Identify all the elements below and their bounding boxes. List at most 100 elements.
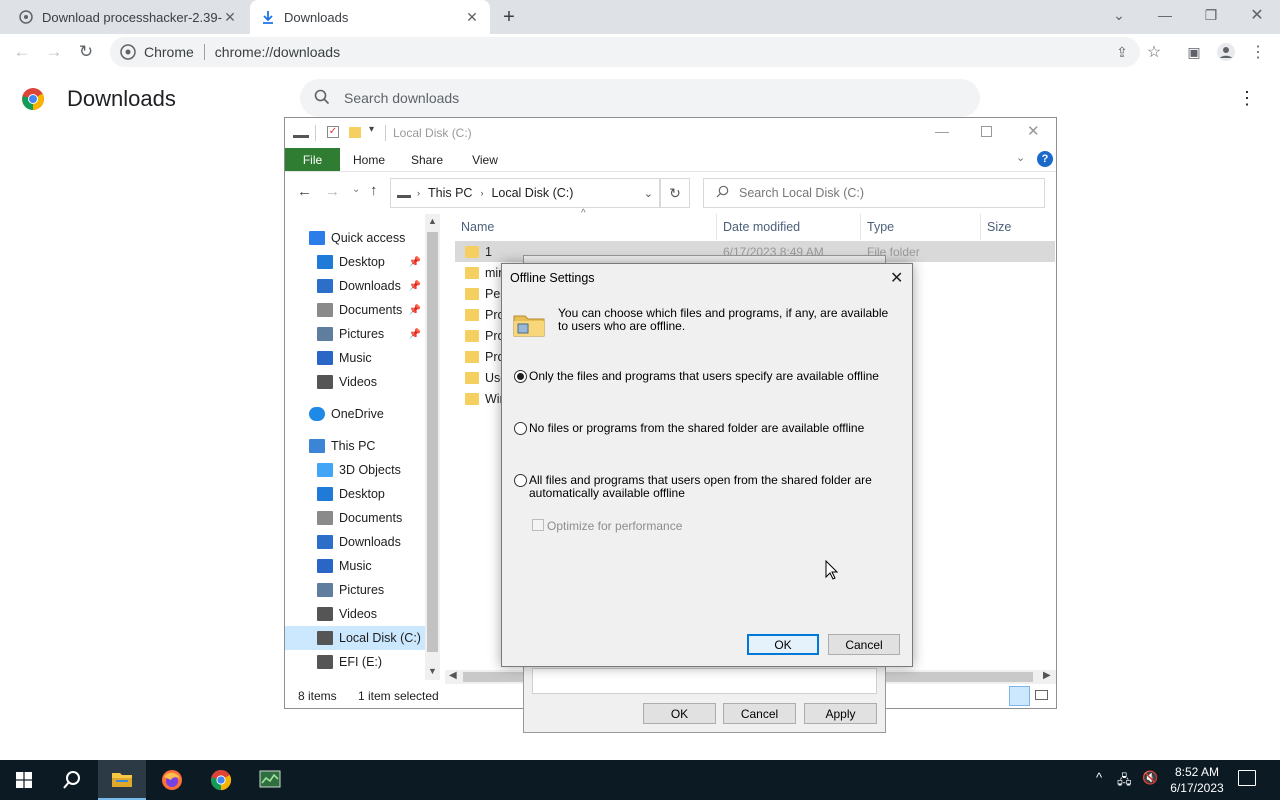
scroll-right-icon[interactable]: ▶ bbox=[1043, 670, 1051, 681]
profile-avatar-icon[interactable] bbox=[1212, 38, 1240, 66]
help-icon[interactable]: ? bbox=[1037, 151, 1053, 167]
nav-item[interactable]: Desktop 📌 bbox=[285, 250, 425, 274]
notifications-icon[interactable] bbox=[1238, 770, 1256, 786]
close-icon[interactable]: ✕ bbox=[1027, 122, 1040, 140]
close-window-icon[interactable]: ✕ bbox=[1234, 0, 1280, 30]
properties-check-icon[interactable]: ✓ bbox=[327, 126, 339, 138]
maximize-icon[interactable] bbox=[981, 126, 992, 137]
scroll-up-icon[interactable]: ▲ bbox=[428, 216, 437, 226]
volume-muted-icon[interactable]: 🔇 bbox=[1142, 770, 1158, 786]
radio-all-files[interactable] bbox=[514, 474, 527, 487]
radio-no-files[interactable] bbox=[514, 422, 527, 435]
option-label[interactable]: Only the files and programs that users s… bbox=[529, 370, 899, 383]
recent-locations-icon[interactable]: ⌄ bbox=[352, 184, 360, 195]
cancel-button[interactable]: Cancel bbox=[723, 703, 796, 724]
url-text: chrome://downloads bbox=[214, 44, 341, 60]
reload-icon[interactable]: ↻ bbox=[72, 38, 100, 66]
close-icon[interactable]: ✕ bbox=[464, 9, 480, 26]
chrome-taskbar-icon[interactable] bbox=[197, 760, 245, 800]
drive-icon bbox=[317, 631, 333, 645]
star-icon[interactable]: ☆ bbox=[1140, 38, 1168, 66]
column-type[interactable]: Type bbox=[861, 214, 981, 240]
tab-downloads[interactable]: Downloads ✕ bbox=[250, 0, 490, 34]
nav-item[interactable]: Videos bbox=[285, 370, 425, 394]
cancel-button[interactable]: Cancel bbox=[828, 634, 900, 655]
scroll-down-icon[interactable]: ▼ bbox=[428, 666, 437, 676]
offline-folder-icon bbox=[512, 308, 546, 338]
new-tab-button[interactable]: + bbox=[498, 6, 520, 28]
nav-item[interactable]: Quick access bbox=[285, 226, 425, 250]
refresh-icon[interactable]: ↻ bbox=[660, 178, 690, 208]
nav-item[interactable]: Downloads bbox=[285, 530, 425, 554]
expand-ribbon-icon[interactable]: ⌄ bbox=[1016, 151, 1025, 164]
tab-process-hacker[interactable]: Download processhacker-2.39-s ✕ bbox=[8, 0, 248, 34]
scroll-thumb[interactable] bbox=[427, 232, 438, 652]
minimize-icon[interactable]: — bbox=[935, 123, 949, 139]
nav-item[interactable]: This PC bbox=[285, 434, 425, 458]
nav-item[interactable]: Documents 📌 bbox=[285, 298, 425, 322]
back-arrow-icon[interactable]: ← bbox=[8, 38, 36, 66]
downloads-menu-icon[interactable]: ⋮ bbox=[1238, 88, 1256, 109]
details-view-icon[interactable] bbox=[1009, 686, 1030, 706]
optimize-checkbox[interactable] bbox=[532, 519, 544, 531]
ok-button[interactable]: OK bbox=[643, 703, 716, 724]
nav-item[interactable]: OneDrive bbox=[285, 402, 425, 426]
forward-arrow-icon[interactable]: → bbox=[325, 183, 340, 200]
explorer-search-input[interactable]: Search Local Disk (C:) bbox=[703, 178, 1045, 208]
task-manager-icon[interactable] bbox=[246, 760, 294, 800]
close-icon[interactable]: ✕ bbox=[222, 9, 238, 26]
tab-search-icon[interactable]: ⌄ bbox=[1096, 0, 1142, 30]
downloads-search-input[interactable]: Search downloads bbox=[300, 79, 980, 117]
nav-item[interactable]: Music bbox=[285, 554, 425, 578]
column-name[interactable]: Name bbox=[455, 214, 717, 240]
firefox-icon[interactable] bbox=[148, 760, 196, 800]
ribbon-tab-share[interactable]: Share bbox=[403, 148, 451, 171]
large-icons-view-icon[interactable] bbox=[1035, 690, 1048, 700]
windows-start-icon[interactable] bbox=[0, 760, 48, 800]
nav-item[interactable]: Pictures bbox=[285, 578, 425, 602]
scroll-left-icon[interactable]: ◀ bbox=[449, 670, 457, 681]
option-label[interactable]: All files and programs that users open f… bbox=[529, 474, 899, 500]
nav-item[interactable]: Documents bbox=[285, 506, 425, 530]
quick-access-dropdown-icon[interactable]: ▾ bbox=[369, 124, 374, 135]
column-date-modified[interactable]: Date modified bbox=[717, 214, 861, 240]
nav-item[interactable]: Downloads 📌 bbox=[285, 274, 425, 298]
ribbon-tab-home[interactable]: Home bbox=[345, 148, 393, 171]
nav-item[interactable]: Videos bbox=[285, 602, 425, 626]
nav-item-label: Local Disk (C:) bbox=[339, 631, 421, 645]
nav-item[interactable]: Pictures 📌 bbox=[285, 322, 425, 346]
nav-scrollbar[interactable]: ▲ ▼ bbox=[425, 214, 440, 680]
ribbon-tab-view[interactable]: View bbox=[461, 148, 509, 171]
radio-only-specified[interactable] bbox=[514, 370, 527, 383]
system-clock[interactable]: 8:52 AM 6/17/2023 bbox=[1168, 764, 1226, 796]
ribbon-tab-file[interactable]: File bbox=[285, 148, 340, 171]
option-label[interactable]: No files or programs from the shared fol… bbox=[529, 422, 899, 435]
address-bar[interactable]: Chrome chrome://downloads bbox=[110, 37, 1140, 67]
ok-button[interactable]: OK bbox=[747, 634, 819, 655]
nav-item[interactable]: Music bbox=[285, 346, 425, 370]
nav-item[interactable]: Local Disk (C:) bbox=[285, 626, 425, 650]
restore-icon[interactable]: ❐ bbox=[1188, 0, 1234, 30]
breadcrumb-this-pc[interactable]: This PC bbox=[428, 186, 472, 200]
apply-button[interactable]: Apply bbox=[804, 703, 877, 724]
network-icon[interactable]: 🖧 bbox=[1117, 771, 1132, 793]
side-panel-icon[interactable]: ▣ bbox=[1180, 38, 1208, 66]
chevron-down-icon[interactable]: ⌄ bbox=[644, 187, 653, 200]
breadcrumb-local-disk[interactable]: Local Disk (C:) bbox=[491, 186, 573, 200]
up-arrow-icon[interactable]: ↑ bbox=[370, 182, 378, 199]
new-folder-icon[interactable] bbox=[349, 127, 361, 138]
show-hidden-icons-icon[interactable]: ^ bbox=[1096, 770, 1102, 785]
breadcrumb[interactable]: › This PC › Local Disk (C:) ⌄ bbox=[390, 178, 660, 208]
back-arrow-icon[interactable]: ← bbox=[297, 183, 312, 200]
file-explorer-taskbar-icon[interactable] bbox=[98, 760, 146, 800]
nav-item[interactable]: Desktop bbox=[285, 482, 425, 506]
forward-arrow-icon[interactable]: → bbox=[40, 38, 68, 66]
close-icon[interactable]: ✕ bbox=[890, 268, 903, 288]
menu-kebab-icon[interactable]: ⋮ bbox=[1244, 38, 1272, 66]
nav-item[interactable]: 3D Objects bbox=[285, 458, 425, 482]
share-icon[interactable]: ⇪ bbox=[1108, 38, 1136, 66]
nav-item[interactable]: EFI (E:) bbox=[285, 650, 425, 674]
minimize-icon[interactable]: — bbox=[1142, 0, 1188, 30]
column-size[interactable]: Size bbox=[981, 214, 1055, 240]
search-icon[interactable] bbox=[48, 760, 96, 800]
